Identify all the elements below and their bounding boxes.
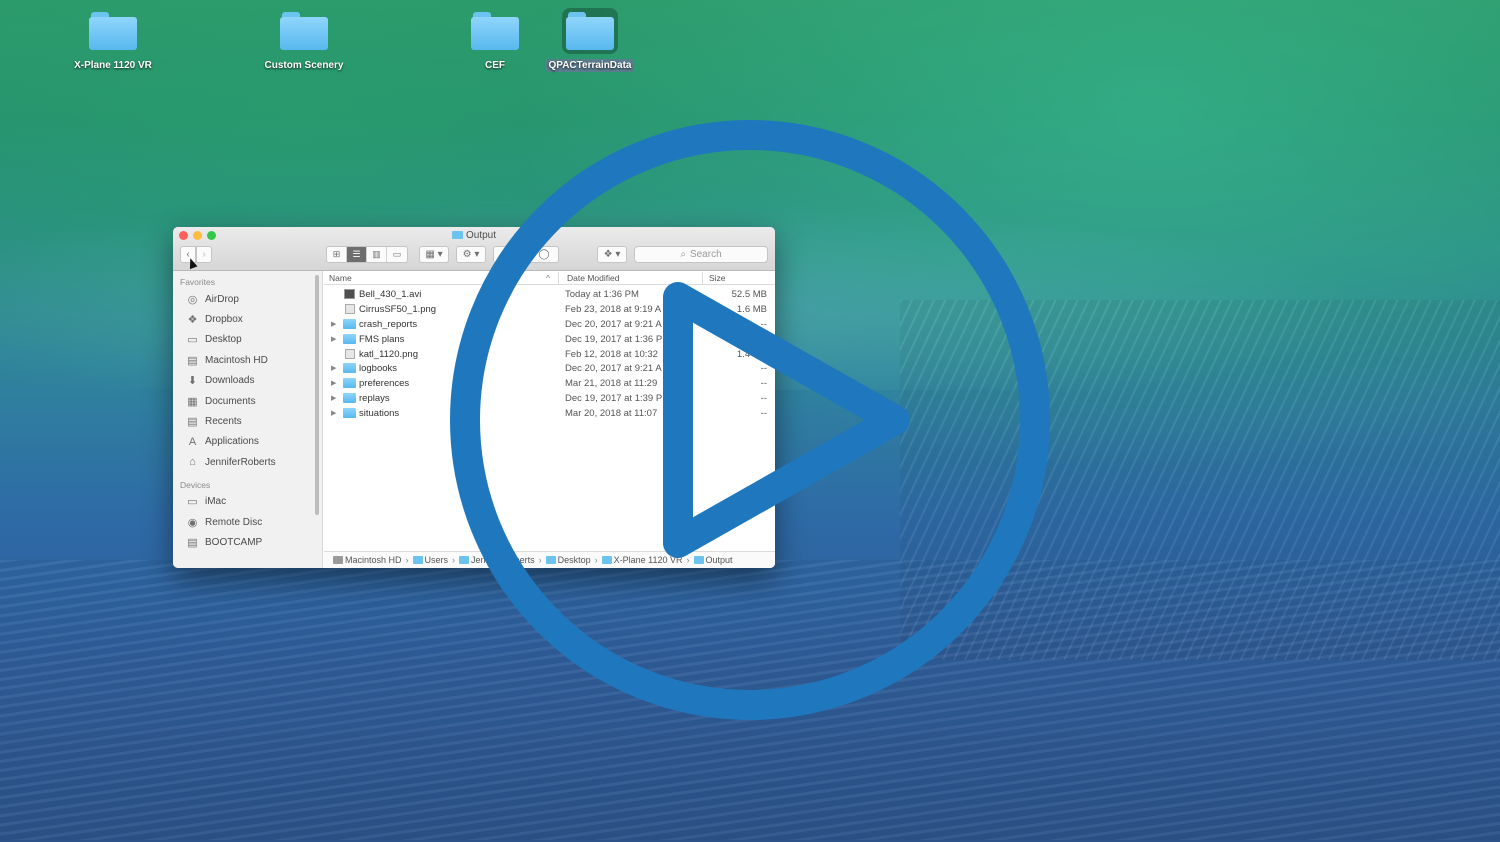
file-name: katl_1120.png <box>359 348 418 360</box>
disclosure-triangle-icon[interactable]: ▶ <box>331 320 336 328</box>
sidebar-header-favorites: Favorites <box>180 277 215 287</box>
folder-icon <box>562 8 618 54</box>
sidebar-favorites-list: ◎ AirDrop ❖ Dropbox ▭ Desktop ▤ Macintosh HD ⬇ Do… <box>173 289 322 473</box>
file-name: FMS plans <box>359 333 405 345</box>
sidebar-item-dropbox[interactable]: ❖ Dropbox <box>173 309 322 329</box>
file-name: CirrusSF50_1.png <box>359 303 437 315</box>
downloads-icon: ⬇ <box>187 375 198 388</box>
file-name: preferences <box>359 378 410 390</box>
folder-icon <box>343 408 356 419</box>
play-triangle <box>663 282 910 558</box>
sidebar-item-label: Remote Disc <box>205 516 263 528</box>
file-icon <box>345 303 355 314</box>
file-name: crash_reports <box>359 318 418 330</box>
desktop-folder-label: QPACTerrainData <box>545 59 635 72</box>
path-segment-label: Macintosh HD <box>345 555 402 565</box>
sidebar-scrollbar[interactable] <box>315 275 319 515</box>
folder-icon <box>343 393 356 404</box>
documents-icon: ▦ <box>187 395 198 408</box>
play-icon[interactable] <box>440 115 1060 735</box>
icon-view-button[interactable]: ⊞ <box>327 247 347 262</box>
play-ring <box>450 120 1050 720</box>
sidebar-item-macintosh-hd[interactable]: ▤ Macintosh HD <box>173 350 322 370</box>
file-name: logbooks <box>359 363 398 375</box>
disclosure-triangle-icon[interactable]: ▶ <box>331 394 336 402</box>
sidebar-item-recents[interactable]: ▤ Recents <box>173 411 322 431</box>
view-mode-control: ⊞ ☰ ▥ ▭ <box>326 246 408 263</box>
sidebar-item-label: iMac <box>205 496 227 508</box>
dropbox-icon: ❖ <box>187 314 198 327</box>
home-icon: ⌂ <box>189 456 196 469</box>
folder-icon <box>343 363 356 374</box>
sidebar-item-label: BOOTCAMP <box>205 536 263 548</box>
imac-icon: ▭ <box>187 496 198 509</box>
column-view-button[interactable]: ▥ <box>367 247 387 262</box>
gallery-view-button[interactable]: ▭ <box>387 247 407 262</box>
sidebar-item-documents[interactable]: ▦ Documents <box>173 391 322 411</box>
sidebar-item-imac[interactable]: ▭ iMac <box>173 492 322 512</box>
desktop-folder-qpacterraindata[interactable]: QPACTerrainData <box>535 8 645 73</box>
list-view-button[interactable]: ☰ <box>347 247 367 262</box>
folder-icon <box>343 333 356 344</box>
disclosure-triangle-icon[interactable]: ▶ <box>331 364 336 372</box>
forward-button[interactable]: › <box>196 246 212 263</box>
sidebar-item-label: Macintosh HD <box>205 354 268 366</box>
hard-drive-icon: ▤ <box>187 354 198 367</box>
column-header-name[interactable]: Name <box>329 273 352 283</box>
folder-icon <box>343 378 356 389</box>
folder-icon <box>280 12 328 50</box>
hard-drive-icon <box>333 556 343 564</box>
file-icon <box>345 348 355 359</box>
sidebar-item-bootcamp[interactable]: ▤ BOOTCAMP <box>173 532 322 552</box>
recents-icon: ▤ <box>187 416 198 429</box>
desktop-folder-label: CEF <box>485 60 505 71</box>
path-separator-icon: › <box>405 555 409 565</box>
sidebar-item-desktop[interactable]: ▭ Desktop <box>173 330 322 350</box>
disclosure-triangle-icon[interactable]: ▶ <box>331 379 336 387</box>
folder-icon <box>471 12 519 50</box>
desktop-folder-cef[interactable]: CEF <box>440 12 550 73</box>
sidebar-header-devices: Devices <box>180 479 211 490</box>
disclosure-triangle-icon[interactable]: ▶ <box>331 409 336 417</box>
disclosure-triangle-icon[interactable]: ▶ <box>331 335 336 343</box>
finder-sidebar: Favorites ◎ AirDrop ❖ Dropbox ▭ Desktop ▤ Macin… <box>173 271 323 568</box>
file-icon <box>344 289 355 299</box>
folder-icon <box>89 12 137 50</box>
sidebar-item-label: JenniferRoberts <box>205 456 276 468</box>
sidebar-item-airdrop[interactable]: ◎ AirDrop <box>173 289 322 309</box>
folder-icon <box>412 556 423 564</box>
sidebar-item-downloads[interactable]: ⬇ Downloads <box>173 371 322 391</box>
sidebar-item-applications[interactable]: A Applications <box>173 432 322 452</box>
sidebar-item-label: Recents <box>205 416 242 428</box>
desktop-folder-xplane[interactable]: X-Plane 1120 VR <box>58 12 168 73</box>
drive-icon: ▤ <box>187 536 198 549</box>
sidebar-devices-list: ▭ iMac ◉ Remote Disc ▤ BOOTCAMP <box>173 492 322 553</box>
sidebar-item-label: Dropbox <box>205 314 243 326</box>
remote-disc-icon: ◉ <box>187 516 198 529</box>
sidebar-item-label: Applications <box>205 436 259 448</box>
file-name: replays <box>359 393 390 405</box>
sidebar-item-remote-disc[interactable]: ◉ Remote Disc <box>173 512 322 532</box>
desktop-folder-custom-scenery[interactable]: Custom Scenery <box>249 12 359 73</box>
sidebar-item-label: AirDrop <box>205 293 239 305</box>
file-name: Bell_430_1.avi <box>359 289 422 300</box>
sidebar-item-label: Documents <box>205 395 256 407</box>
folder-icon <box>343 318 356 329</box>
sidebar-item-label: Downloads <box>205 375 255 387</box>
applications-icon: A <box>188 435 197 448</box>
chevron-right-icon: › <box>202 249 206 260</box>
path-segment[interactable]: Macintosh HD <box>333 555 402 565</box>
desktop-icon: ▭ <box>187 334 198 347</box>
desktop-folder-label: X-Plane 1120 VR <box>74 60 152 71</box>
sidebar-item-jenniferroberts[interactable]: ⌂ JenniferRoberts <box>173 452 322 472</box>
desktop-folder-label: Custom Scenery <box>264 60 344 71</box>
airdrop-icon: ◎ <box>187 293 198 306</box>
file-name: situations <box>359 408 400 420</box>
sidebar-item-label: Desktop <box>205 334 242 346</box>
